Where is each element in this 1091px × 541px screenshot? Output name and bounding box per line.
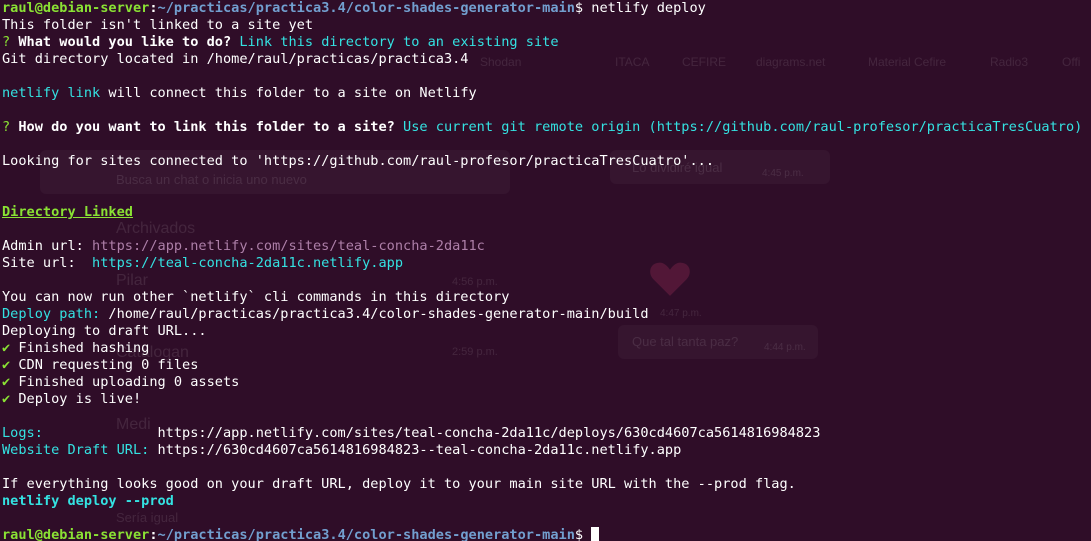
logs-line: Logs: https://app.netlify.com/sites/teal… bbox=[2, 425, 1091, 442]
prompt-path: ~/practicas/practica3.4/color-shades-gen… bbox=[157, 527, 575, 541]
step-text: Finished hashing bbox=[10, 340, 150, 356]
draft-url-line: Website Draft URL: https://630cd4607ca56… bbox=[2, 442, 1091, 459]
admin-url-label: Admin url: bbox=[2, 238, 93, 254]
check-icon: ✔ bbox=[2, 340, 11, 356]
question-text: How do you want to link this folder to a… bbox=[10, 119, 395, 135]
prompt-separator: : bbox=[149, 527, 158, 541]
check-icon: ✔ bbox=[2, 374, 11, 390]
prompt-dollar: $ bbox=[574, 0, 584, 16]
question-mark: ? bbox=[2, 119, 11, 135]
site-url-link[interactable]: https://teal-concha-2da11c.netlify.app bbox=[92, 255, 403, 271]
output-line: If everything looks good on your draft U… bbox=[2, 476, 796, 492]
prompt-user: raul@debian-server bbox=[2, 527, 150, 541]
question-answer: Use current git remote origin (https://g… bbox=[394, 119, 1083, 135]
prod-command: netlify deploy --prod bbox=[2, 493, 174, 509]
link-info-text: will connect this folder to a site on Ne… bbox=[100, 85, 477, 101]
admin-url-line: Admin url: https://app.netlify.com/sites… bbox=[2, 238, 1091, 255]
directory-linked-heading: Directory Linked bbox=[2, 204, 133, 220]
prompt-separator: : bbox=[149, 0, 158, 16]
step-text: CDN requesting 0 files bbox=[10, 357, 199, 373]
question-line: ? What would you like to do? Link this d… bbox=[2, 34, 1091, 51]
question-mark: ? bbox=[2, 34, 11, 50]
site-url-line: Site url: https://teal-concha-2da11c.net… bbox=[2, 255, 1091, 272]
deploy-path-value: /home/raul/practicas/practica3.4/color-s… bbox=[100, 306, 649, 322]
output-line: You can now run other `netlify` cli comm… bbox=[2, 289, 510, 305]
deploy-path-line: Deploy path: /home/raul/practicas/practi… bbox=[2, 306, 1091, 323]
logs-label: Logs: bbox=[2, 425, 158, 441]
question-answer: Link this directory to an existing site bbox=[231, 34, 559, 50]
deploy-path-label: Deploy path: bbox=[2, 306, 101, 322]
output-line: Git directory located in /home/raul/prac… bbox=[2, 51, 469, 67]
text-cursor[interactable] bbox=[591, 527, 600, 541]
question-line: ? How do you want to link this folder to… bbox=[2, 119, 1091, 136]
step-line: ✔ Finished hashing bbox=[2, 340, 1091, 357]
step-text: Finished uploading 0 assets bbox=[10, 374, 240, 390]
link-command: netlify link bbox=[2, 85, 101, 101]
step-text: Deploy is live! bbox=[10, 391, 142, 407]
draft-url-link[interactable]: https://630cd4607ca5614816984823--teal-c… bbox=[149, 442, 682, 458]
link-info-line: netlify link will connect this folder to… bbox=[2, 85, 1091, 102]
admin-url-link[interactable]: https://app.netlify.com/sites/teal-conch… bbox=[92, 238, 485, 254]
directory-linked-line: Directory Linked bbox=[2, 204, 1091, 221]
prompt-path: ~/practicas/practica3.4/color-shades-gen… bbox=[157, 0, 575, 16]
step-line: ✔ CDN requesting 0 files bbox=[2, 357, 1091, 374]
step-line: ✔ Finished uploading 0 assets bbox=[2, 374, 1091, 391]
prompt-line: raul@debian-server:~/practicas/practica3… bbox=[2, 0, 1091, 17]
output-line: This folder isn't linked to a site yet bbox=[2, 17, 313, 33]
draft-url-label: Website Draft URL: bbox=[2, 442, 150, 458]
output-line: Deploying to draft URL... bbox=[2, 323, 207, 339]
prompt-user: raul@debian-server bbox=[2, 0, 150, 16]
logs-url-link[interactable]: https://app.netlify.com/sites/teal-conch… bbox=[158, 425, 821, 441]
site-url-label: Site url: bbox=[2, 255, 93, 271]
check-icon: ✔ bbox=[2, 357, 11, 373]
prompt-dollar: $ bbox=[574, 527, 592, 541]
command-text: netlify deploy bbox=[583, 0, 706, 16]
output-line: Looking for sites connected to 'https://… bbox=[2, 153, 715, 169]
question-text: What would you like to do? bbox=[10, 34, 232, 50]
check-icon: ✔ bbox=[2, 391, 11, 407]
terminal-output[interactable]: raul@debian-server:~/practicas/practica3… bbox=[0, 0, 1091, 541]
step-line: ✔ Deploy is live! bbox=[2, 391, 1091, 408]
prod-command-line: netlify deploy --prod bbox=[2, 493, 1091, 510]
final-prompt-line[interactable]: raul@debian-server:~/practicas/practica3… bbox=[2, 527, 1091, 541]
